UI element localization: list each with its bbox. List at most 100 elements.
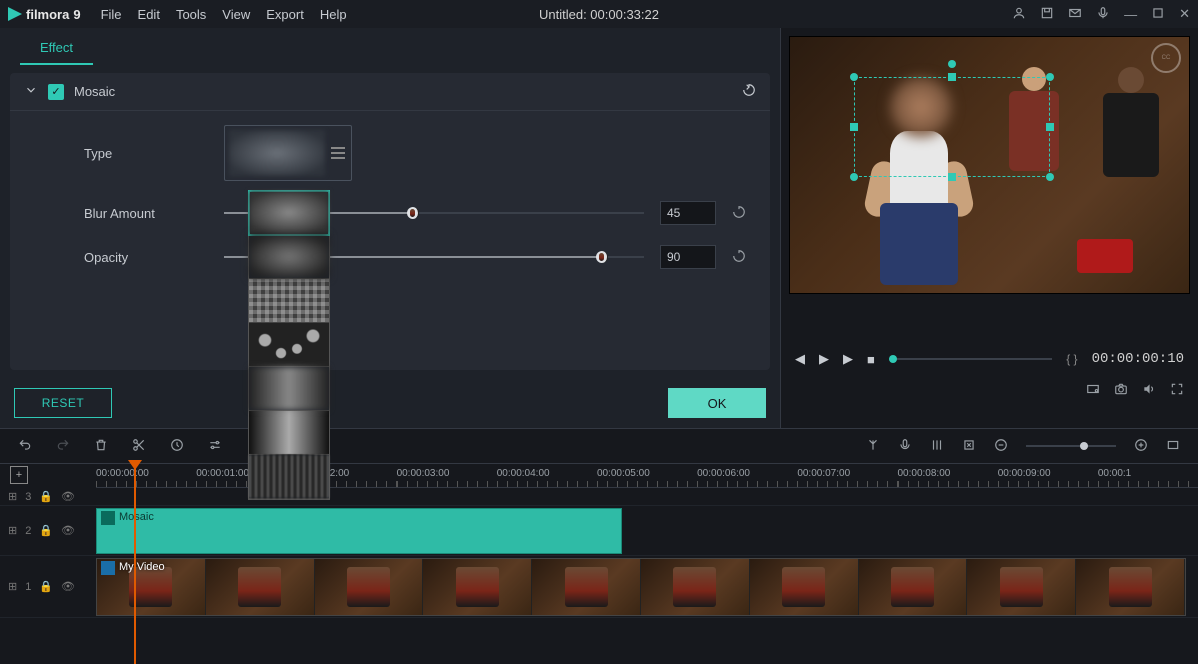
menu-edit[interactable]: Edit xyxy=(138,7,160,22)
volume-icon[interactable] xyxy=(1142,382,1156,399)
blur-option[interactable] xyxy=(249,367,329,411)
maximize-icon[interactable] xyxy=(1151,6,1165,23)
zoom-out-icon[interactable] xyxy=(994,438,1008,455)
lock-icon[interactable]: 🔒 xyxy=(39,580,53,593)
menu-view[interactable]: View xyxy=(222,7,250,22)
resize-handle[interactable] xyxy=(1046,173,1054,181)
blur-option[interactable] xyxy=(249,323,329,367)
collapse-icon[interactable] xyxy=(24,83,38,100)
effect-panel: Effect ✓ Mosaic Type Blur Amount xyxy=(0,28,780,428)
settings-icon[interactable] xyxy=(208,438,222,455)
preview-pane: CC ◀ ▶ ▶ ■ { } 00:00:00:10 xyxy=(780,28,1198,428)
undo-icon[interactable] xyxy=(18,438,32,455)
close-icon[interactable]: ✕ xyxy=(1179,6,1190,22)
stop-icon[interactable]: ■ xyxy=(867,352,875,367)
menu-export[interactable]: Export xyxy=(266,7,304,22)
save-icon[interactable] xyxy=(1040,6,1054,23)
playhead[interactable] xyxy=(134,464,136,664)
reset-button[interactable]: RESET xyxy=(14,388,112,418)
effect-name: Mosaic xyxy=(74,84,115,99)
mic-icon[interactable] xyxy=(1096,6,1110,23)
range-brackets[interactable]: { } xyxy=(1066,352,1077,366)
type-selector[interactable] xyxy=(224,125,352,181)
next-frame-icon[interactable]: ▶ xyxy=(819,351,829,367)
video-preview[interactable]: CC xyxy=(789,36,1190,294)
resize-handle[interactable] xyxy=(1046,73,1054,81)
track-number: 2 xyxy=(25,525,31,537)
track-2: ⊞ 2 🔒 👁 Mosaic xyxy=(0,506,1198,556)
zoom-in-icon[interactable] xyxy=(1134,438,1148,455)
lock-icon[interactable]: 🔒 xyxy=(39,490,53,503)
mixer-icon[interactable] xyxy=(930,438,944,455)
track-body[interactable]: My Video xyxy=(96,556,1198,617)
blur-option[interactable] xyxy=(249,191,329,235)
track-number: 1 xyxy=(25,581,31,593)
selection-box[interactable] xyxy=(854,77,1050,177)
enable-effect-checkbox[interactable]: ✓ xyxy=(48,84,64,100)
play-icon[interactable]: ▶ xyxy=(843,351,853,367)
crop-icon[interactable] xyxy=(962,438,976,455)
resize-handle[interactable] xyxy=(850,73,858,81)
marker2-icon[interactable] xyxy=(866,438,880,455)
time-tick: 00:00:06:00 xyxy=(697,464,797,487)
time-tick: 00:00:03:00 xyxy=(397,464,497,487)
reset-effect-icon[interactable] xyxy=(742,83,756,100)
fullscreen-icon[interactable] xyxy=(1170,382,1184,399)
blur-option[interactable] xyxy=(249,279,329,323)
resize-handle[interactable] xyxy=(1046,123,1054,131)
menu-tools[interactable]: Tools xyxy=(176,7,206,22)
fit-icon[interactable] xyxy=(1166,438,1180,455)
lock-icon[interactable]: 🔒 xyxy=(39,524,53,537)
track-3: ⊞3🔒👁 xyxy=(0,488,1198,506)
logo-icon xyxy=(8,7,22,21)
time-tick: 00:00:07:00 xyxy=(797,464,897,487)
account-icon[interactable] xyxy=(1012,6,1026,23)
time-tick: 00:00:08:00 xyxy=(898,464,998,487)
track-type-icon: ⊞ xyxy=(8,524,17,537)
blur-value-input[interactable] xyxy=(660,201,716,225)
app-name: filmora xyxy=(26,7,69,22)
resize-handle[interactable] xyxy=(850,173,858,181)
resize-handle[interactable] xyxy=(850,123,858,131)
mosaic-clip[interactable]: Mosaic xyxy=(96,508,622,554)
add-track-button[interactable]: + xyxy=(10,466,28,484)
opacity-value-input[interactable] xyxy=(660,245,716,269)
redo-icon[interactable] xyxy=(56,438,70,455)
blur-label: Blur Amount xyxy=(84,206,224,221)
track-body[interactable]: Mosaic xyxy=(96,506,1198,555)
visibility-icon[interactable]: 👁 xyxy=(61,580,75,593)
tab-effect[interactable]: Effect xyxy=(20,32,93,65)
resize-handle[interactable] xyxy=(948,173,956,181)
time-tick: 00:00:09:00 xyxy=(998,464,1098,487)
playback-scrubber[interactable] xyxy=(889,358,1052,360)
zoom-slider[interactable] xyxy=(1026,445,1116,447)
snapshot-icon[interactable] xyxy=(1114,382,1128,399)
split-icon[interactable] xyxy=(132,438,146,455)
delete-icon[interactable] xyxy=(94,438,108,455)
opacity-reset-icon[interactable] xyxy=(732,249,746,266)
app-version: 9 xyxy=(73,7,80,22)
blur-option[interactable] xyxy=(249,411,329,455)
time-tick: 00:00:04:00 xyxy=(497,464,597,487)
blur-option[interactable] xyxy=(249,235,329,279)
time-tick: 00:00:05:00 xyxy=(597,464,697,487)
visibility-icon[interactable]: 👁 xyxy=(61,524,75,537)
ok-button[interactable]: OK xyxy=(668,388,766,418)
video-clip[interactable]: My Video xyxy=(96,558,1186,616)
resize-handle[interactable] xyxy=(948,73,956,81)
blur-reset-icon[interactable] xyxy=(732,205,746,222)
window-controls: — ✕ xyxy=(1012,6,1190,23)
blur-option[interactable] xyxy=(249,455,329,499)
quality-icon[interactable] xyxy=(1086,382,1100,399)
rotate-handle[interactable] xyxy=(948,60,956,68)
menu-file[interactable]: File xyxy=(101,7,122,22)
track-type-icon: ⊞ xyxy=(8,490,17,503)
visibility-icon[interactable]: 👁 xyxy=(61,490,75,503)
type-label: Type xyxy=(84,146,224,161)
voiceover-icon[interactable] xyxy=(898,438,912,455)
mail-icon[interactable] xyxy=(1068,6,1082,23)
menu-help[interactable]: Help xyxy=(320,7,347,22)
prev-frame-icon[interactable]: ◀ xyxy=(795,351,805,367)
minimize-icon[interactable]: — xyxy=(1124,7,1137,22)
marker-icon[interactable] xyxy=(170,438,184,455)
